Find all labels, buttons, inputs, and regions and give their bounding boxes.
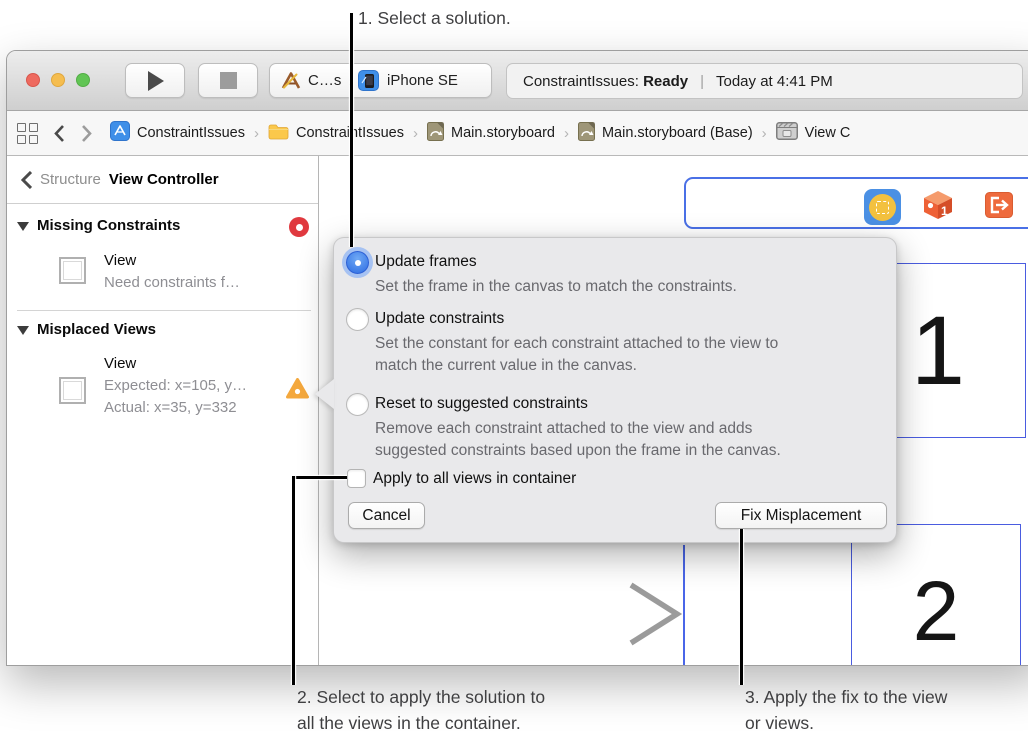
stop-button[interactable]: [198, 63, 258, 98]
breadcrumb-separator: ›: [563, 124, 569, 142]
option-description: Set the constant for each constraint att…: [375, 335, 779, 352]
related-items-grid-icon[interactable]: [17, 122, 38, 144]
device-icon: [358, 70, 380, 91]
popover-arrow: [315, 379, 334, 409]
project-icon: [110, 121, 130, 145]
status-time: Today at 4:41 PM: [716, 72, 833, 90]
toolbar: C…s › iPhone SE ConstraintIssues: Ready …: [7, 51, 1028, 111]
jump-bar: ConstraintIssues › ConstraintIssues › Ma…: [7, 111, 1028, 156]
breadcrumb-separator: ›: [413, 124, 418, 142]
activity-viewer: ConstraintIssues: Ready | Today at 4:41 …: [506, 63, 1023, 99]
first-responder-cube-icon[interactable]: 1: [922, 190, 954, 220]
structure-back-button[interactable]: Structure: [40, 171, 101, 188]
back-chevron-icon[interactable]: [54, 124, 64, 142]
status-project: ConstraintIssues:: [523, 72, 639, 90]
view-controller-dock-button[interactable]: [864, 189, 901, 225]
option-label[interactable]: Reset to suggested constraints: [375, 395, 588, 413]
callout-line-2-vertical: [292, 476, 295, 685]
sidebar-title: View Controller: [108, 171, 219, 188]
callout-step2: 2. Select to apply the solution to all t…: [297, 687, 546, 733]
option-label[interactable]: Update constraints: [375, 310, 504, 328]
status-divider: |: [700, 72, 704, 90]
view-2-label: 2: [912, 564, 960, 658]
scheme-selector[interactable]: C…s › iPhone SE: [269, 63, 492, 98]
option-description: suggested constraints based upon the fra…: [375, 442, 781, 459]
minimize-window-button[interactable]: [51, 73, 65, 87]
close-window-button[interactable]: [26, 73, 40, 87]
folder-icon: [268, 123, 289, 144]
apply-to-all-checkbox[interactable]: [347, 469, 366, 488]
issues-sidebar: Structure View Controller Missing Constr…: [7, 156, 319, 665]
issue-item-actual: Actual: x=35, y=332: [104, 399, 237, 416]
issue-item-title[interactable]: View: [104, 252, 136, 269]
section-divider: [17, 310, 311, 311]
view-controller-icon: [869, 193, 896, 221]
warning-triangle-icon[interactable]: [286, 378, 309, 399]
svg-text:1: 1: [941, 204, 948, 218]
sidebar-header: Structure View Controller: [7, 156, 318, 204]
breadcrumb-storyboard-base[interactable]: Main.storyboard (Base): [602, 125, 753, 141]
disclosure-triangle-icon[interactable]: [17, 222, 29, 231]
callout-line-3: [740, 529, 743, 685]
issue-item-title[interactable]: View: [104, 355, 136, 372]
xcode-project-icon: [281, 71, 301, 89]
disclosure-triangle-icon[interactable]: [17, 326, 29, 335]
radio-update-constraints[interactable]: [346, 308, 369, 331]
callout-step1: 1. Select a solution.: [358, 8, 511, 28]
section-missing-constraints: Missing Constraints: [37, 217, 181, 234]
option-description: Set the frame in the canvas to match the…: [375, 278, 737, 295]
zoom-window-button[interactable]: [76, 73, 90, 87]
callout-line-1: [350, 13, 353, 247]
breadcrumb-separator: ›: [254, 124, 259, 142]
option-description: match the current value in the canvas.: [375, 357, 637, 374]
breadcrumb-view-controller[interactable]: View C: [805, 125, 851, 141]
canvas-view-2[interactable]: 2: [851, 524, 1021, 665]
issue-item-detail: Need constraints f…: [104, 274, 240, 291]
apply-to-all-label[interactable]: Apply to all views in container: [373, 470, 576, 488]
option-label[interactable]: Update frames: [375, 253, 477, 271]
issue-item-expected: Expected: x=105, y…: [104, 377, 247, 394]
section-misplaced-views: Misplaced Views: [37, 321, 156, 338]
play-icon: [148, 70, 164, 91]
breadcrumb-separator: ›: [761, 124, 767, 142]
status-state: Ready: [643, 72, 689, 90]
view-icon[interactable]: [59, 377, 86, 404]
scene-dock: [684, 177, 1028, 229]
radio-update-frames[interactable]: [346, 251, 369, 274]
callout-step3: 3. Apply the fix to the view or views.: [745, 687, 948, 733]
view-1-label: 1: [911, 295, 965, 405]
scheme-name: C…s: [308, 72, 342, 89]
screenshot-stage: 1. Select a solution. C…s iPhone SE Cons…: [0, 0, 1028, 741]
cancel-button[interactable]: Cancel: [348, 502, 425, 529]
stop-icon: [219, 72, 237, 89]
view-controller-icon: [775, 122, 798, 144]
resolve-misplacement-popover: Update frames Set the frame in the canva…: [315, 237, 897, 543]
radio-reset-suggested-constraints[interactable]: [346, 393, 369, 416]
error-badge-icon[interactable]: [289, 217, 309, 237]
forward-chevron-icon[interactable]: [82, 124, 92, 142]
view-icon[interactable]: [59, 257, 86, 284]
fix-misplacement-button[interactable]: Fix Misplacement: [715, 502, 887, 529]
destination-name: iPhone SE: [387, 72, 458, 89]
option-description: Remove each constraint attached to the v…: [375, 420, 753, 437]
callout-line-2-horizontal: [292, 476, 347, 479]
exit-segue-icon[interactable]: [985, 192, 1013, 218]
back-chevron-icon[interactable]: [21, 170, 32, 189]
storyboard-icon: [577, 121, 595, 145]
breadcrumb-project[interactable]: ConstraintIssues: [137, 125, 245, 141]
breadcrumb-storyboard[interactable]: Main.storyboard: [451, 125, 555, 141]
storyboard-entry-arrow-icon: [441, 582, 683, 646]
run-button[interactable]: [125, 63, 185, 98]
storyboard-icon: [427, 121, 444, 145]
